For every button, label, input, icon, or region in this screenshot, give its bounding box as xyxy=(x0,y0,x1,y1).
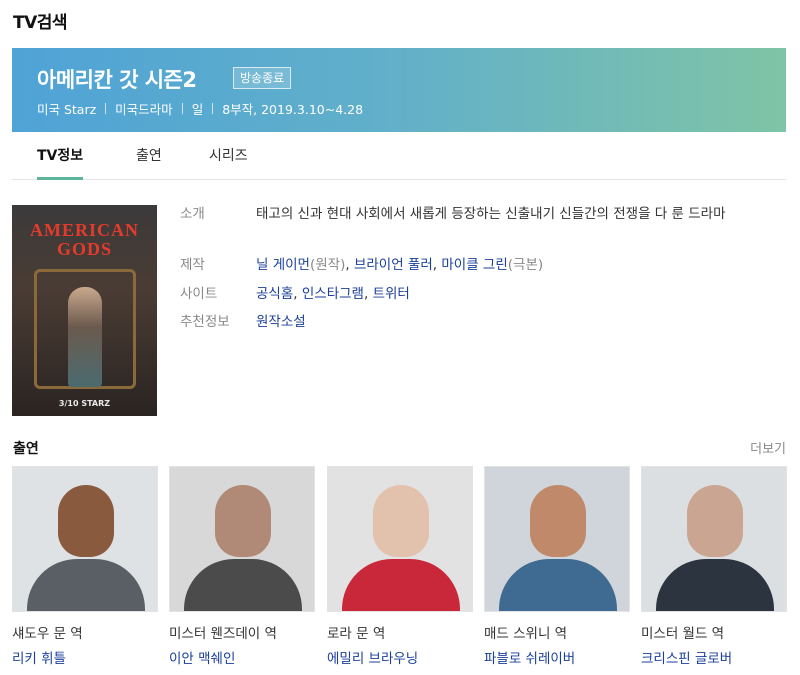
cast-card[interactable]: 로라 문 역 에밀리 브라우닝 xyxy=(327,466,473,667)
cast-photo-body xyxy=(499,559,617,611)
writer-role: (극본) xyxy=(507,257,544,273)
intro-label: 소개 xyxy=(180,206,205,222)
meta-divider xyxy=(181,103,183,114)
intro-value: 태고의 신과 현대 사회에서 새롭게 등장하는 신출내기 신들간의 전쟁을 다 … xyxy=(256,206,726,222)
meta-divider xyxy=(105,103,107,114)
tab-series[interactable]: 시리즈 xyxy=(209,132,248,180)
meta-channel: 미국 Starz xyxy=(37,102,97,117)
tab-cast[interactable]: 출연 xyxy=(136,132,162,180)
site-label: 사이트 xyxy=(180,286,218,302)
show-header-banner: 아메리칸 갓 시즌2 방송종료 미국 Starz 미국드라마 일 8부작, 20… xyxy=(12,48,786,132)
cast-photo[interactable] xyxy=(641,466,787,612)
cast-photo[interactable] xyxy=(327,466,473,612)
cast-card[interactable]: 매드 스위니 역 파블로 쉬레이버 xyxy=(484,466,630,667)
more-cast-link[interactable]: 더보기 xyxy=(750,438,786,457)
creator-link[interactable]: 닐 게이먼 xyxy=(256,257,310,273)
status-badge: 방송종료 xyxy=(233,67,292,89)
actor-name-link[interactable]: 크리스핀 글로버 xyxy=(641,647,787,667)
cast-card[interactable]: 섀도우 문 역 리키 휘틀 xyxy=(12,466,158,667)
cast-card[interactable]: 미스터 월드 역 크리스핀 글로버 xyxy=(641,466,787,667)
recommend-value: 원작소설 xyxy=(256,310,756,334)
writer-link[interactable]: 마이클 그린 xyxy=(441,257,507,273)
tab-bar: TV정보 출연 시리즈 xyxy=(12,132,786,180)
cast-card[interactable]: 미스터 웬즈데이 역 이안 맥쉐인 xyxy=(169,466,315,667)
cast-section-title: 출연 xyxy=(13,441,39,457)
cast-photo-body xyxy=(27,559,145,611)
cast-photo-face xyxy=(373,485,429,557)
meta-day: 일 xyxy=(191,102,204,117)
info-row-intro: 소개 태고의 신과 현대 사회에서 새롭게 등장하는 신출내기 신들간의 전쟁을… xyxy=(180,202,756,226)
creator-role: (원작) xyxy=(309,257,346,273)
cast-photo-face xyxy=(530,485,586,557)
info-row-recommend: 추천정보 원작소설 xyxy=(180,310,756,334)
official-site-link[interactable]: 공식홈 xyxy=(256,286,293,302)
cast-photo-face xyxy=(58,485,114,557)
meta-genre: 미국드라마 xyxy=(115,102,173,117)
info-row-site: 사이트 공식홈, 인스타그램, 트위터 xyxy=(180,282,756,306)
actor-name-link[interactable]: 에밀리 브라우닝 xyxy=(327,647,473,667)
instagram-link[interactable]: 인스타그램 xyxy=(302,286,364,302)
poster-title: AMERICAN GODS xyxy=(30,220,139,259)
section-title: TV검색 xyxy=(13,13,68,33)
poster-figure xyxy=(68,287,102,387)
show-title[interactable]: 아메리칸 갓 시즌2 xyxy=(37,64,197,94)
cast-role: 섀도우 문 역 xyxy=(12,626,83,642)
cast-photo[interactable] xyxy=(12,466,158,612)
poster-image[interactable]: AMERICAN GODS 3/10 STARZ xyxy=(12,205,157,416)
production-label: 제작 xyxy=(180,257,205,273)
cast-role: 미스터 웬즈데이 역 xyxy=(169,626,277,642)
recommend-link[interactable]: 원작소설 xyxy=(256,314,306,330)
cast-photo-body xyxy=(184,559,302,611)
cast-photo-face xyxy=(687,485,743,557)
cast-photo[interactable] xyxy=(169,466,315,612)
meta-divider xyxy=(212,103,214,114)
site-value: 공식홈, 인스타그램, 트위터 xyxy=(256,286,410,302)
recommend-label: 추천정보 xyxy=(180,314,230,330)
production-value: 닐 게이먼(원작), 브라이언 풀러, 마이클 그린(극본) xyxy=(256,257,544,273)
meta-episodes: 8부작, 2019.3.10~4.28 xyxy=(222,102,364,117)
cast-role: 매드 스위니 역 xyxy=(484,626,568,642)
cast-role: 로라 문 역 xyxy=(327,626,386,642)
creator-link[interactable]: 브라이언 풀러 xyxy=(354,257,433,273)
show-meta: 미국 Starz 미국드라마 일 8부작, 2019.3.10~4.28 xyxy=(37,99,363,118)
twitter-link[interactable]: 트위터 xyxy=(373,286,410,302)
poster-footer: 3/10 STARZ xyxy=(58,399,111,408)
actor-name-link[interactable]: 이안 맥쉐인 xyxy=(169,647,315,667)
cast-role: 미스터 월드 역 xyxy=(641,626,725,642)
cast-photo-body xyxy=(342,559,460,611)
actor-name-link[interactable]: 파블로 쉬레이버 xyxy=(484,647,630,667)
cast-photo-face xyxy=(215,485,271,557)
cast-photo[interactable] xyxy=(484,466,630,612)
info-row-production: 제작 닐 게이먼(원작), 브라이언 풀러, 마이클 그린(극본) xyxy=(180,253,756,277)
actor-name-link[interactable]: 리키 휘틀 xyxy=(12,647,158,667)
cast-photo-body xyxy=(656,559,774,611)
tab-tv-info[interactable]: TV정보 xyxy=(37,132,84,180)
